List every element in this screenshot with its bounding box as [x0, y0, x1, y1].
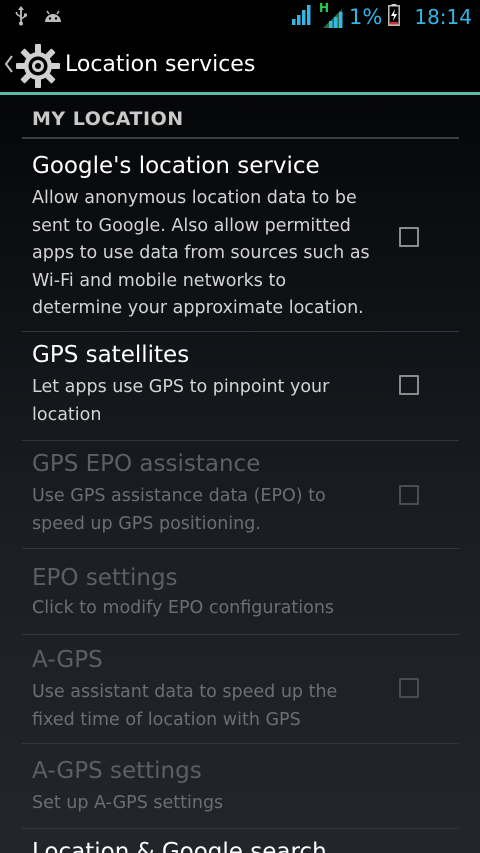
- pref-title: Location & Google search: [32, 839, 327, 853]
- pref-google-location-service[interactable]: Google's location service Allow anonymou…: [22, 143, 459, 332]
- battery-percent: 1%: [349, 5, 383, 29]
- settings-gear-icon: [15, 43, 61, 93]
- status-bar: H 1% 18:14: [0, 0, 480, 33]
- pref-title: GPS EPO assistance: [32, 451, 261, 477]
- checkbox-a-gps[interactable]: [399, 678, 419, 698]
- pref-a-gps[interactable]: A-GPS Use assistant data to speed up the…: [22, 635, 459, 744]
- chevron-left-icon: [4, 54, 14, 78]
- clock: 18:14: [414, 5, 472, 29]
- pref-summary: Let apps use GPS to pinpoint your locati…: [32, 377, 330, 425]
- pref-summary: Allow anonymous location data to be sent…: [32, 188, 370, 318]
- pref-title: A-GPS settings: [32, 758, 202, 784]
- android-icon: [42, 8, 64, 28]
- preferences-list[interactable]: MY LOCATION Google's location service Al…: [0, 95, 480, 853]
- status-bar-notifications: [14, 6, 64, 30]
- battery-charging-icon: [388, 4, 401, 30]
- pref-title: GPS satellites: [32, 342, 190, 368]
- pref-epo-settings[interactable]: EPO settings Click to modify EPO configu…: [22, 549, 459, 635]
- checkbox-gps-satellites[interactable]: [399, 375, 419, 395]
- pref-title: A-GPS: [32, 647, 103, 673]
- data-signal-icon: H: [319, 1, 343, 29]
- pref-title: EPO settings: [32, 565, 178, 591]
- pref-gps-epo-assistance[interactable]: GPS EPO assistance Use GPS assistance da…: [22, 441, 459, 549]
- action-bar: Location services: [0, 33, 480, 95]
- signal-icon: [291, 4, 313, 30]
- up-navigation-button[interactable]: [0, 33, 66, 95]
- section-header-my-location: MY LOCATION: [22, 107, 459, 139]
- section-header-label: MY LOCATION: [32, 108, 184, 130]
- checkbox-gps-epo-assistance[interactable]: [399, 485, 419, 505]
- pref-summary: Click to modify EPO configurations: [32, 598, 335, 618]
- checkbox-google-location-service[interactable]: [399, 227, 419, 247]
- usb-icon: [14, 6, 28, 30]
- pref-a-gps-settings[interactable]: A-GPS settings Set up A-GPS settings: [22, 744, 459, 829]
- pref-summary: Use assistant data to speed up the fixed…: [32, 682, 338, 730]
- pref-gps-satellites[interactable]: GPS satellites Let apps use GPS to pinpo…: [22, 332, 459, 441]
- status-bar-system: H 1% 18:14: [291, 1, 472, 30]
- pref-title: Google's location service: [32, 153, 320, 179]
- pref-summary: Set up A-GPS settings: [32, 793, 224, 813]
- page-title: Location services: [65, 52, 256, 77]
- pref-summary: Use GPS assistance data (EPO) to speed u…: [32, 486, 326, 534]
- pref-location-google-search[interactable]: Location & Google search: [22, 829, 459, 853]
